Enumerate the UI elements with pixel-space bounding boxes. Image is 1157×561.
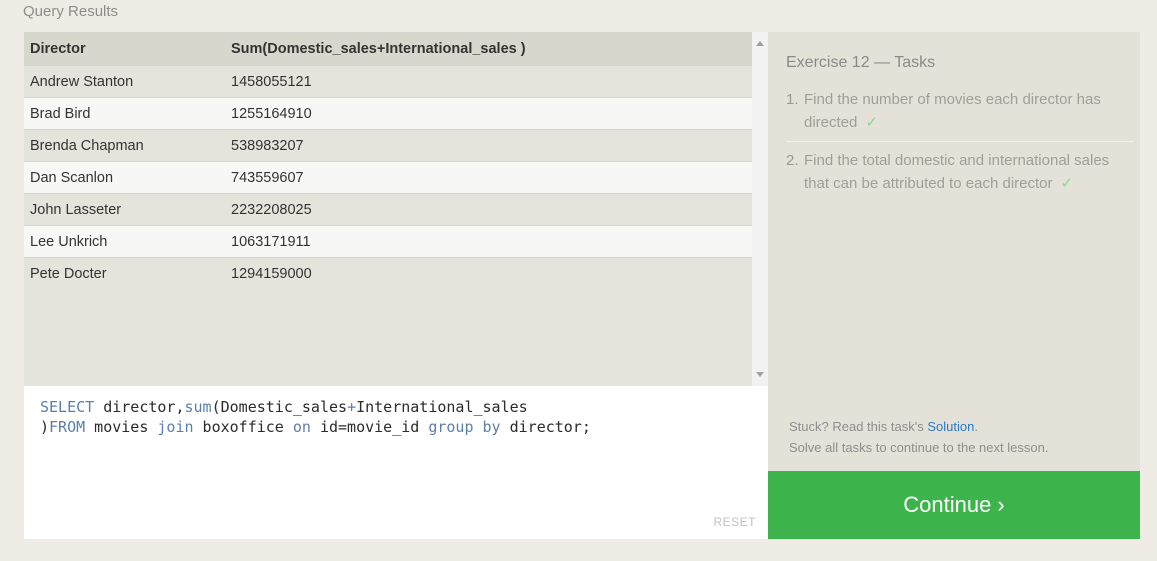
reset-button[interactable]: RESET [713,515,756,529]
cell-sum: 1294159000 [225,257,752,289]
task-number: 2. [786,152,799,169]
cell-sum: 1063171911 [225,225,752,258]
cell-sum: 538983207 [225,129,752,162]
page-margin [1140,0,1157,561]
continue-button[interactable]: Continue › [768,471,1140,539]
cell-director: Pete Docter [24,257,225,289]
cell-director: Andrew Stanton [24,65,225,98]
cell-sum: 1255164910 [225,97,752,130]
cell-director: Lee Unkrich [24,225,225,258]
scroll-down-arrow-icon[interactable] [756,372,764,377]
task-number: 1. [786,91,799,108]
cell-sum: 743559607 [225,161,752,194]
cell-director: Brenda Chapman [24,129,225,162]
cell-sum: 2232208025 [225,193,752,226]
task-item: 2. Find the total domestic and internati… [786,141,1134,202]
scroll-up-arrow-icon[interactable] [756,41,764,46]
query-results-title: Query Results [23,3,119,20]
cell-sum: 1458055121 [225,65,752,98]
exercise-title: Exercise 12 — Tasks [786,54,936,71]
sql-code[interactable]: SELECT director,sum(Domestic_sales+Inter… [40,397,591,437]
results-table: Director Sum(Domestic_sales+Internationa… [24,32,752,289]
table-row: Brad Bird 1255164910 [24,97,752,130]
stuck-suffix: . [974,419,978,434]
table-row: Pete Docter 1294159000 [24,257,752,289]
sql-line-1: SELECT director,sum(Domestic_sales+Inter… [40,398,528,416]
checkmark-icon: ✓ [1060,175,1074,192]
help-text: Stuck? Read this task's Solution. Solve … [789,416,1048,458]
column-header-sum: Sum(Domestic_sales+International_sales ) [225,32,752,66]
results-scrollbar[interactable] [752,32,768,386]
solve-all-text: Solve all tasks to continue to the next … [789,440,1049,455]
solution-link[interactable]: Solution [927,419,974,434]
table-row: Dan Scanlon 743559607 [24,161,752,194]
table-row: Andrew Stanton 1458055121 [24,65,752,98]
tasks-panel: Exercise 12 — Tasks 1. Find the number o… [768,32,1140,471]
results-table-container: Director Sum(Domestic_sales+Internationa… [24,32,752,386]
checkmark-icon: ✓ [865,114,878,131]
task-item: 1. Find the number of movies each direct… [786,88,1134,141]
sql-line-2: )FROM movies join boxoffice on id=movie_… [40,418,591,436]
column-header-director: Director [24,32,225,66]
cell-director: John Lasseter [24,193,225,226]
sql-editor[interactable]: SELECT director,sum(Domestic_sales+Inter… [24,386,768,539]
cell-director: Brad Bird [24,97,225,130]
table-row: Brenda Chapman 538983207 [24,129,752,162]
table-header-row: Director Sum(Domestic_sales+Internationa… [24,32,752,66]
stuck-text: Stuck? Read this task's [789,419,928,434]
task-list: 1. Find the number of movies each direct… [786,88,1134,202]
table-row: Lee Unkrich 1063171911 [24,225,752,258]
table-row: John Lasseter 2232208025 [24,193,752,226]
cell-director: Dan Scanlon [24,161,225,194]
task-text: Find the number of movies each director … [804,91,1101,131]
